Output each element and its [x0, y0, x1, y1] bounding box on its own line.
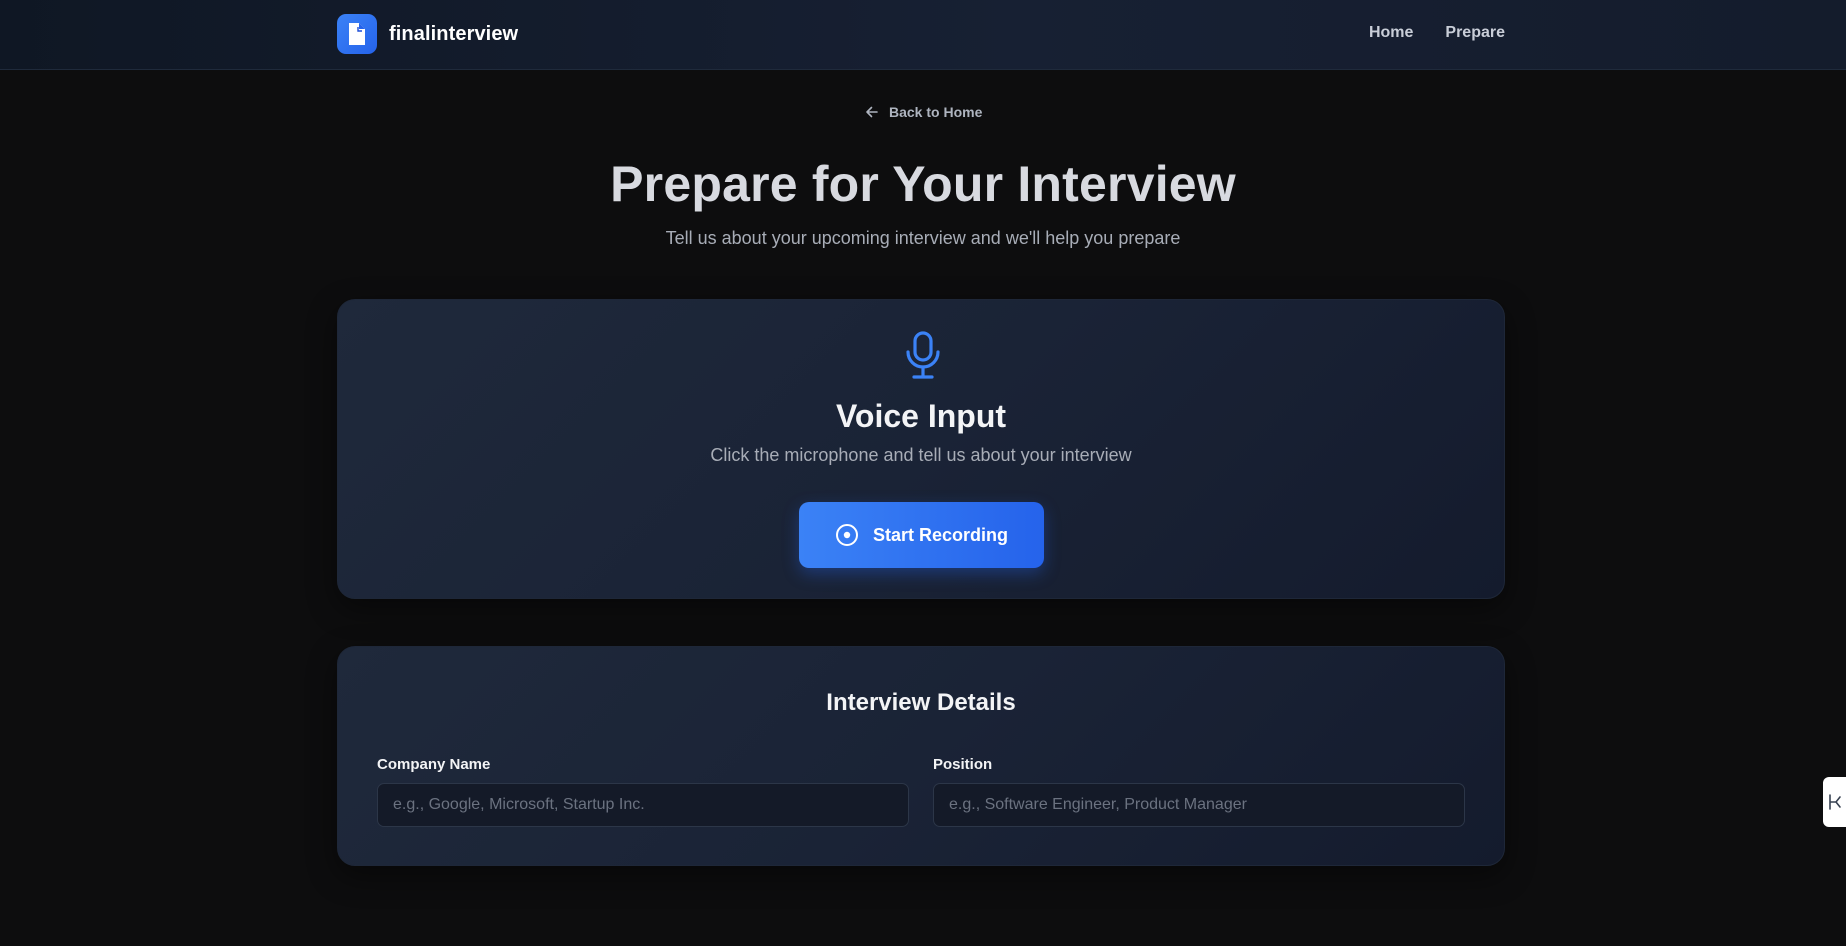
back-link-label: Back to Home: [889, 104, 983, 120]
top-navbar: finalinterview Home Prepare: [0, 0, 1846, 70]
brand-link[interactable]: finalinterview: [337, 14, 518, 54]
interview-details-card: Interview Details Company Name Position: [337, 646, 1505, 866]
back-to-home-link[interactable]: Back to Home: [864, 104, 982, 120]
microphone-icon: [906, 331, 940, 379]
page-subtitle: Tell us about your upcoming interview an…: [665, 228, 1181, 248]
start-recording-button[interactable]: Start Recording: [799, 502, 1044, 568]
nav-link-prepare[interactable]: Prepare: [1445, 24, 1505, 42]
voice-input-subtitle: Click the microphone and tell us about y…: [710, 445, 1132, 465]
start-recording-label: Start Recording: [872, 524, 1009, 545]
nav-link-home[interactable]: Home: [1369, 24, 1413, 42]
side-widget-icon: [1828, 794, 1841, 810]
record-icon: [835, 524, 858, 546]
voice-input-title: Voice Input: [835, 398, 1007, 434]
document-icon: [337, 14, 377, 54]
voice-input-card: Voice Input Click the microphone and tel…: [337, 299, 1505, 599]
brand-name: finalinterview: [389, 22, 519, 45]
side-widget-button[interactable]: [1823, 777, 1846, 827]
page-title: Prepare for Your Interview: [610, 156, 1236, 212]
company-name-label: Company Name: [377, 756, 491, 773]
position-input[interactable]: [933, 783, 1465, 827]
interview-details-title: Interview Details: [826, 689, 1016, 716]
position-label: Position: [933, 756, 993, 773]
arrow-left-icon: [866, 106, 878, 118]
nav-links: Home Prepare: [1369, 24, 1505, 42]
company-name-input[interactable]: [377, 783, 909, 827]
